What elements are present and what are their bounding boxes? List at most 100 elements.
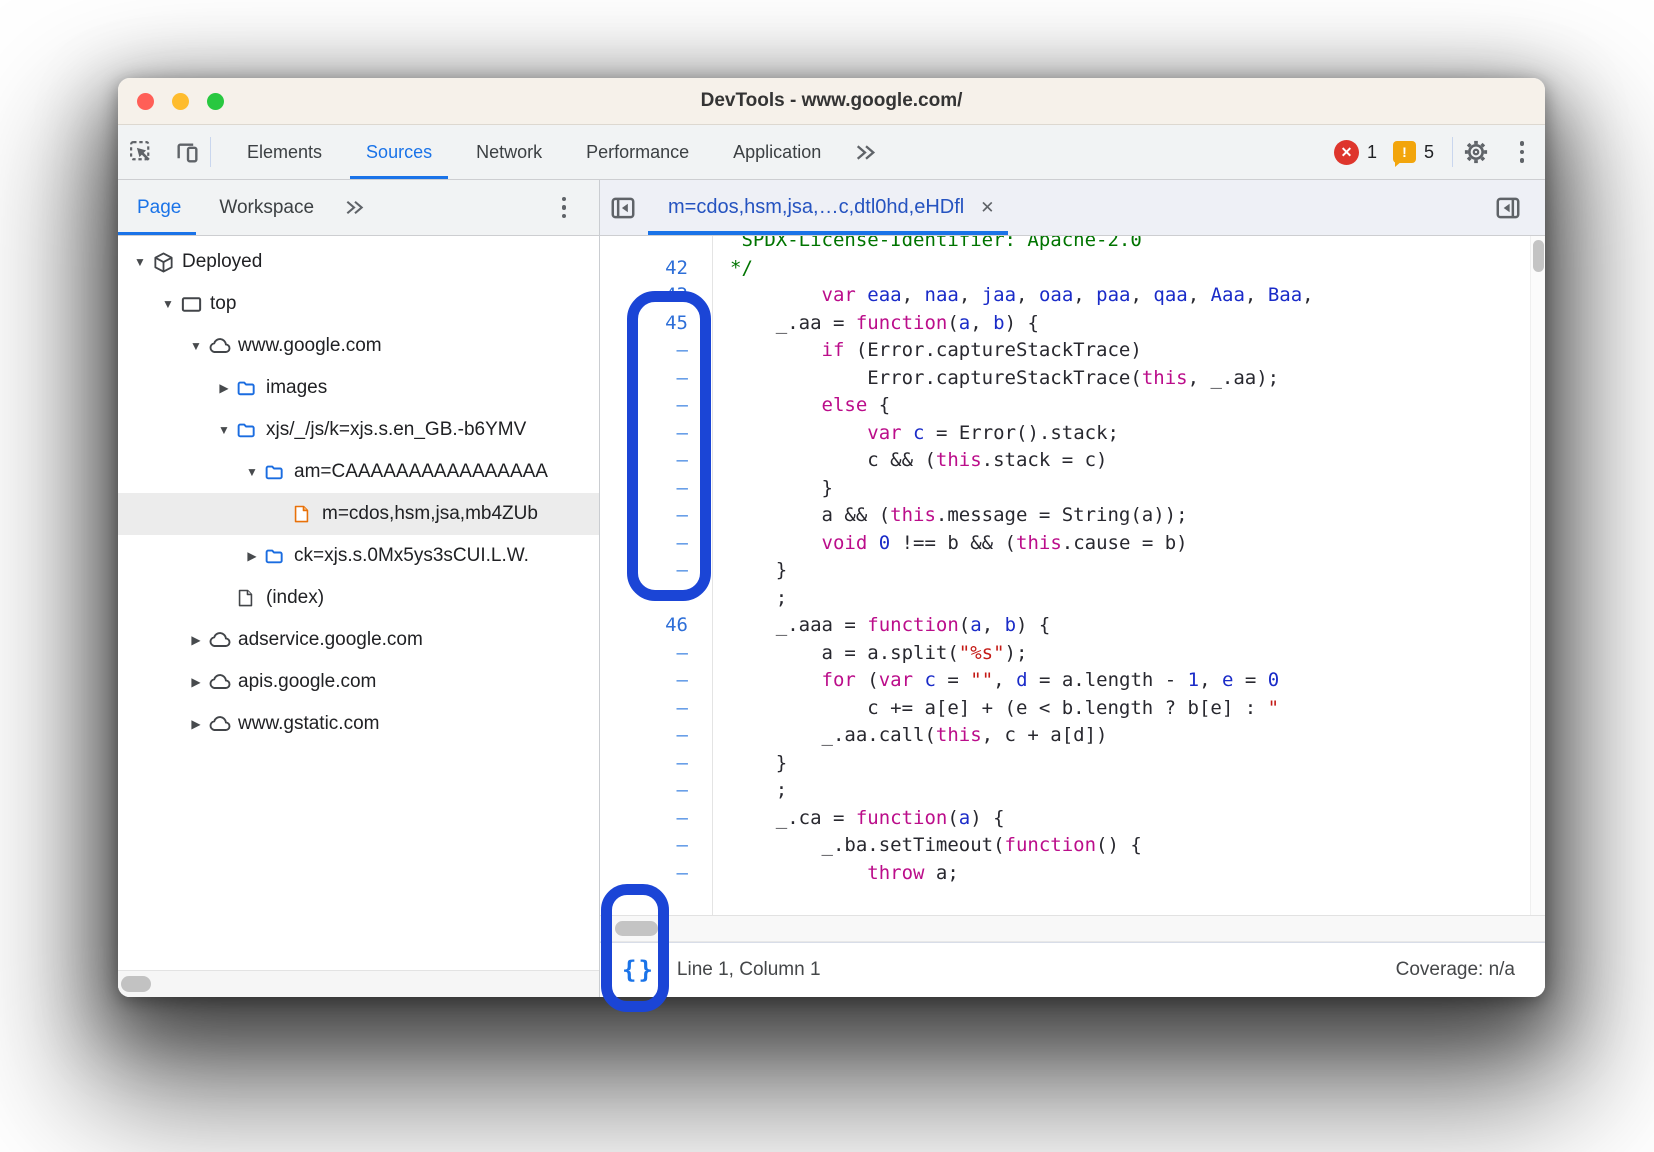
line-number[interactable]: – — [600, 860, 712, 888]
tree-item-m-cdos-hsm-jsa-mb4zub[interactable]: m=cdos,hsm,jsa,mb4ZUb — [118, 493, 599, 535]
folder-icon — [264, 462, 294, 483]
tree-item-apis-google-com[interactable]: ▶ apis.google.com — [118, 661, 599, 703]
editor-vscrollbar-thumb[interactable] — [1533, 240, 1544, 272]
tree-item-xjs-js-k-xjs-s-en-gb-b6ymv[interactable]: ▼xjs/_/js/k=xjs.s.en_GB.-b6YMV — [118, 409, 599, 451]
maximize-window-button[interactable] — [207, 93, 224, 110]
file-orange-icon — [292, 503, 322, 525]
tree-item-www-gstatic-com[interactable]: ▶ www.gstatic.com — [118, 703, 599, 745]
tree-item-label: apis.google.com — [238, 671, 376, 693]
code-line-text: } — [712, 750, 1545, 778]
close-window-button[interactable] — [137, 93, 154, 110]
line-number[interactable]: – — [600, 722, 712, 750]
line-number[interactable]: – — [600, 832, 712, 860]
editor-vertical-scrollbar[interactable] — [1530, 236, 1545, 915]
code-line-text: a = a.split("%s"); — [712, 640, 1545, 668]
sidebar-horizontal-scrollbar[interactable] — [118, 970, 599, 997]
inspect-icon[interactable] — [118, 125, 164, 179]
more-navigator-tabs-icon[interactable] — [333, 180, 376, 235]
cloud-icon — [208, 670, 238, 694]
code-line: –_.ca = function(a) { — [600, 805, 1545, 833]
cloud-icon — [208, 334, 238, 358]
code-line-text: _.ba.setTimeout(function() { — [712, 832, 1545, 860]
tree-item-www-google-com[interactable]: ▼www.google.com — [118, 325, 599, 367]
console-badges: ✕ 1 ! 5 — [1334, 125, 1452, 179]
tree-expanded-arrow-icon[interactable]: ▼ — [128, 255, 152, 269]
editor-tab-bar: m=cdos,hsm,jsa,…c,dtl0hd,eHDfl ✕ — [600, 180, 1545, 236]
code-viewer[interactable]: SPDX-License-Identifier: Apache-2.042*/4… — [600, 236, 1545, 915]
tree-expanded-arrow-icon[interactable]: ▼ — [240, 465, 264, 479]
tree-expanded-arrow-icon[interactable]: ▼ — [184, 339, 208, 353]
editor-horizontal-scrollbar[interactable] — [600, 915, 1545, 942]
tab-page[interactable]: Page — [118, 180, 200, 235]
code-line-text: } — [712, 557, 1545, 585]
code-line-text: ; — [712, 585, 1545, 613]
tab-application[interactable]: Application — [711, 125, 843, 179]
device-toolbar-icon[interactable] — [164, 125, 210, 179]
coverage-status: Coverage: n/a — [1396, 959, 1515, 981]
tree-item-ck-xjs-s-0mx5ys3scui-l-w[interactable]: ▶ck=xjs.s.0Mx5ys3sCUI.L.W. — [118, 535, 599, 577]
line-number[interactable]: – — [600, 805, 712, 833]
tree-collapsed-arrow-icon[interactable]: ▶ — [212, 381, 236, 395]
code-line: SPDX-License-Identifier: Apache-2.0 — [600, 236, 1545, 255]
tree-item-label: Deployed — [182, 251, 262, 273]
navigator-kebab-menu-icon[interactable] — [541, 197, 587, 219]
folder-icon — [236, 420, 266, 441]
tab-workspace[interactable]: Workspace — [200, 180, 333, 235]
tree-item-top[interactable]: ▼top — [118, 283, 599, 325]
kebab-menu-icon[interactable] — [1499, 125, 1545, 179]
code-line: 46_.aaa = function(a, b) { — [600, 612, 1545, 640]
line-number[interactable] — [600, 236, 712, 255]
code-line-text: */ — [712, 255, 1545, 283]
minimize-window-button[interactable] — [172, 93, 189, 110]
error-badge-icon[interactable]: ✕ — [1334, 140, 1359, 165]
tree-item-am-caaaaaaaaaaaaaaaa[interactable]: ▼am=CAAAAAAAAAAAAAAAA — [118, 451, 599, 493]
tree-item-adservice-google-com[interactable]: ▶adservice.google.com — [118, 619, 599, 661]
code-line: –void 0 !== b && (this.cause = b) — [600, 530, 1545, 558]
tab-performance[interactable]: Performance — [564, 125, 711, 179]
tree-expanded-arrow-icon[interactable]: ▼ — [212, 423, 236, 437]
line-number[interactable]: 42 — [600, 255, 712, 283]
cloud-icon — [208, 712, 238, 736]
tree-expanded-arrow-icon[interactable]: ▼ — [156, 297, 180, 311]
panel-tabs: ElementsSourcesNetworkPerformanceApplica… — [225, 125, 843, 179]
tree-item-label: www.gstatic.com — [238, 713, 379, 735]
tree-collapsed-arrow-icon[interactable]: ▶ — [184, 717, 208, 731]
code-line-text: _.aa = function(a, b) { — [712, 310, 1545, 338]
toggle-debugger-panel-icon[interactable] — [1485, 180, 1531, 235]
editor-pane: m=cdos,hsm,jsa,…c,dtl0hd,eHDfl ✕ SPDX-Li… — [600, 180, 1545, 997]
settings-gear-icon[interactable] — [1453, 125, 1499, 179]
line-number[interactable]: – — [600, 777, 712, 805]
code-line: 42*/ — [600, 255, 1545, 283]
cursor-position: Line 1, Column 1 — [677, 959, 821, 981]
traffic-lights — [137, 78, 224, 125]
tree-collapsed-arrow-icon[interactable]: ▶ — [184, 633, 208, 647]
tree-collapsed-arrow-icon[interactable]: ▶ — [184, 675, 208, 689]
code-line-text: _.ca = function(a) { — [712, 805, 1545, 833]
tree-item-index[interactable]: (index) — [118, 577, 599, 619]
line-number[interactable]: 46 — [600, 612, 712, 640]
warning-badge-icon[interactable]: ! — [1393, 141, 1416, 163]
toolbar-divider — [210, 137, 211, 167]
tab-sources[interactable]: Sources — [344, 125, 454, 179]
code-line: –c += a[e] + (e < b.length ? b[e] : " — [600, 695, 1545, 723]
toggle-navigator-panel-icon[interactable] — [600, 180, 646, 235]
line-number[interactable]: – — [600, 667, 712, 695]
line-number[interactable]: – — [600, 640, 712, 668]
close-tab-icon[interactable]: ✕ — [980, 198, 994, 218]
tree-collapsed-arrow-icon[interactable]: ▶ — [240, 549, 264, 563]
navigator-sidebar: Page Workspace ▼ Deployed ▼top▼www.google.… — [118, 180, 600, 997]
source-file-tab[interactable]: m=cdos,hsm,jsa,…c,dtl0hd,eHDfl ✕ — [646, 180, 1012, 235]
tree-item-deployed[interactable]: ▼ Deployed — [118, 241, 599, 283]
line-number[interactable]: – — [600, 750, 712, 778]
more-panels-icon[interactable] — [843, 125, 888, 179]
sidebar-scrollbar-thumb[interactable] — [121, 976, 151, 992]
tree-item-images[interactable]: ▶images — [118, 367, 599, 409]
line-number[interactable]: – — [600, 695, 712, 723]
code-line-text: var c = Error().stack; — [712, 420, 1545, 448]
code-line: –throw a; — [600, 860, 1545, 888]
source-file-tab-label: m=cdos,hsm,jsa,…c,dtl0hd,eHDfl — [668, 196, 964, 219]
tab-network[interactable]: Network — [454, 125, 564, 179]
editor-status-bar: {} Line 1, Column 1 Coverage: n/a — [600, 942, 1545, 997]
tree-item-label: (index) — [266, 587, 324, 609]
tab-elements[interactable]: Elements — [225, 125, 344, 179]
